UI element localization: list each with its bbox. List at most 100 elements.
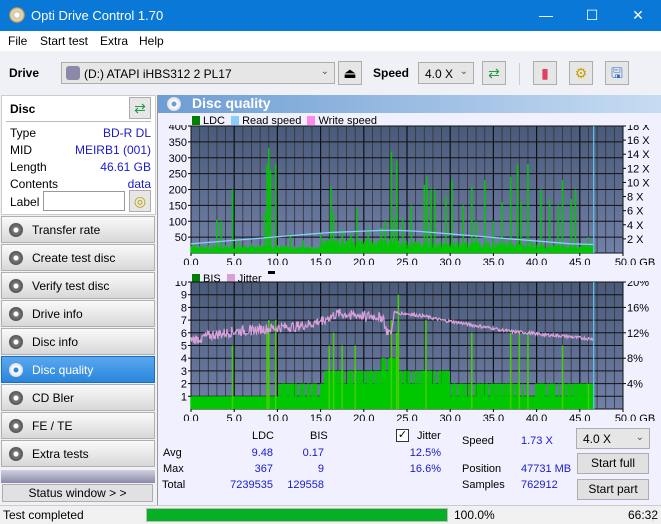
close-icon: ✕ xyxy=(632,7,644,23)
menu-help[interactable]: Help xyxy=(139,34,164,48)
drive-select[interactable]: (D:) ATAPI iHBS312 2 PL17 ⌄ xyxy=(61,62,335,84)
sidebar: Disc ⇄ Type BD-R DL MID MEIRB1 (001) Len… xyxy=(0,95,157,505)
y2-tick-label: 14 X xyxy=(627,149,650,161)
eraser-icon: ▮ xyxy=(541,65,549,81)
title-bar: Opti Drive Control 1.70 — ☐ ✕ xyxy=(0,0,661,31)
y2-tick-label: 10 X xyxy=(627,177,650,189)
nav-create-test-disc[interactable]: Create test disc xyxy=(1,244,155,271)
nav-label: Drive info xyxy=(32,307,83,321)
samples-label: Samples xyxy=(462,479,505,491)
speed-label: Speed xyxy=(373,66,410,80)
nav-drive-info[interactable]: Drive info xyxy=(1,300,155,327)
ldc-swatch xyxy=(192,116,200,125)
y-tick-label: 8 xyxy=(181,302,187,314)
resize-grip-icon[interactable]: ⋮ xyxy=(649,513,657,522)
x-tick-label: 15.0 xyxy=(310,257,331,265)
chevron-down-icon: ⌄ xyxy=(459,66,468,77)
stats-col-ldc: LDC xyxy=(252,430,275,442)
stats-max-ldc: 367 xyxy=(254,463,273,475)
test-speed-select[interactable]: 4.0 X ⌄ xyxy=(576,428,650,449)
nav-extra-tests[interactable]: Extra tests xyxy=(1,440,155,467)
window-title: Opti Drive Control 1.70 xyxy=(31,8,164,23)
nav-spacer xyxy=(1,470,155,483)
nav-transfer-rate[interactable]: Transfer rate xyxy=(1,216,155,243)
x-tick-label: 35.0 xyxy=(483,413,504,421)
y-tick-label: 250 xyxy=(169,169,187,181)
panel-header: Disc quality xyxy=(158,95,661,113)
read-speed-swatch xyxy=(231,116,240,125)
x-tick-label: 30.0 xyxy=(439,413,460,421)
app-disc-icon xyxy=(9,7,25,23)
disc-label-button[interactable]: ◎ xyxy=(129,190,151,212)
disc-tool-icon xyxy=(9,251,23,265)
eject-button[interactable]: ⏏ xyxy=(338,61,362,85)
jitter-checkbox[interactable]: ✓ xyxy=(396,429,409,442)
y-tick-label: 50 xyxy=(175,232,187,244)
disc-tool-icon xyxy=(9,363,23,377)
write-speed-swatch xyxy=(307,116,316,125)
disc-length-value: 46.61 GB xyxy=(100,160,151,174)
save-button[interactable]: 🖫 xyxy=(605,61,629,85)
y-tick-label: 100 xyxy=(169,216,187,228)
x-tick-label: 50.0 GB xyxy=(615,257,655,265)
start-full-button[interactable]: Start full xyxy=(577,453,649,474)
menu-extra[interactable]: Extra xyxy=(100,34,128,48)
x-tick-label: 40.0 xyxy=(526,413,547,421)
disc-tool-icon xyxy=(9,447,23,461)
nav-verify-test-disc[interactable]: Verify test disc xyxy=(1,272,155,299)
erase-button[interactable]: ▮ xyxy=(533,61,557,85)
y2-tick-label: 16% xyxy=(627,302,649,314)
floppy-save-icon: 🖫 xyxy=(611,65,623,81)
settings-button[interactable]: ⚙ xyxy=(569,61,593,85)
stats-total-ldc: 7239535 xyxy=(230,479,273,491)
stats-avg-ldc: 9.48 xyxy=(251,447,273,459)
status-text: Test completed xyxy=(3,508,84,522)
drive-select-value: (D:) ATAPI iHBS312 2 PL17 xyxy=(84,67,232,81)
panel-title: Disc quality xyxy=(192,95,271,111)
nav-cd-bler[interactable]: CD Bler xyxy=(1,384,155,411)
nav-label: Disc quality xyxy=(32,363,94,377)
disc-refresh-button[interactable]: ⇄ xyxy=(129,97,151,119)
toolbar-divider xyxy=(519,63,520,85)
menu-file[interactable]: File xyxy=(8,34,27,48)
refresh-button[interactable]: ⇄ xyxy=(482,61,506,85)
y2-tick-label: 6 X xyxy=(627,206,644,218)
gears-icon: ⚙ xyxy=(574,65,588,81)
disc-label-input[interactable] xyxy=(43,191,125,211)
y-tick-label: 6 xyxy=(181,328,187,340)
menu-start-test[interactable]: Start test xyxy=(40,34,88,48)
nav-disc-info[interactable]: Disc info xyxy=(1,328,155,355)
stats-jitter-label: Jitter xyxy=(417,430,441,442)
status-window-button[interactable]: Status window > > xyxy=(2,484,153,502)
nav-label: Create test disc xyxy=(32,251,116,265)
y-tick-label: 400 xyxy=(169,125,187,133)
x-tick-label: 50.0 GB xyxy=(615,413,655,421)
drive-label: Drive xyxy=(9,66,40,80)
disc-contents-value: data xyxy=(127,177,151,191)
y2-tick-label: 4 X xyxy=(627,220,644,232)
stats-max-jitter: 16.6% xyxy=(409,463,441,475)
nav-fe-te[interactable]: FE / TE xyxy=(1,412,155,439)
y-tick-label: 150 xyxy=(169,200,187,212)
drive-icon xyxy=(66,66,80,80)
maximize-button[interactable]: ☐ xyxy=(569,0,615,31)
y-tick-label: 9 xyxy=(181,290,187,302)
start-part-button[interactable]: Start part xyxy=(577,479,649,500)
checkmark-icon: ✓ xyxy=(397,429,408,441)
stats-avg-bis: 0.17 xyxy=(302,447,324,459)
minimize-button[interactable]: — xyxy=(523,0,569,31)
nav-disc-quality[interactable]: Disc quality xyxy=(1,356,155,383)
y2-tick-label: 8% xyxy=(627,353,643,365)
close-button[interactable]: ✕ xyxy=(615,0,661,31)
x-tick-label: 30.0 xyxy=(439,257,460,265)
speed-select-value: 4.0 X xyxy=(425,67,454,81)
speed-select[interactable]: 4.0 X ⌄ xyxy=(418,62,474,84)
position-value: 47731 MB xyxy=(521,463,572,475)
chevron-down-icon: ⌄ xyxy=(635,432,644,443)
x-tick-label: 0.0 xyxy=(183,257,198,265)
y2-tick-label: 16 X xyxy=(627,135,650,147)
disc-mid-label: MID xyxy=(10,143,32,157)
minimize-icon: — xyxy=(539,7,553,23)
y-tick-label: 4 xyxy=(181,353,187,365)
refresh-arrows-icon: ⇄ xyxy=(134,100,146,116)
